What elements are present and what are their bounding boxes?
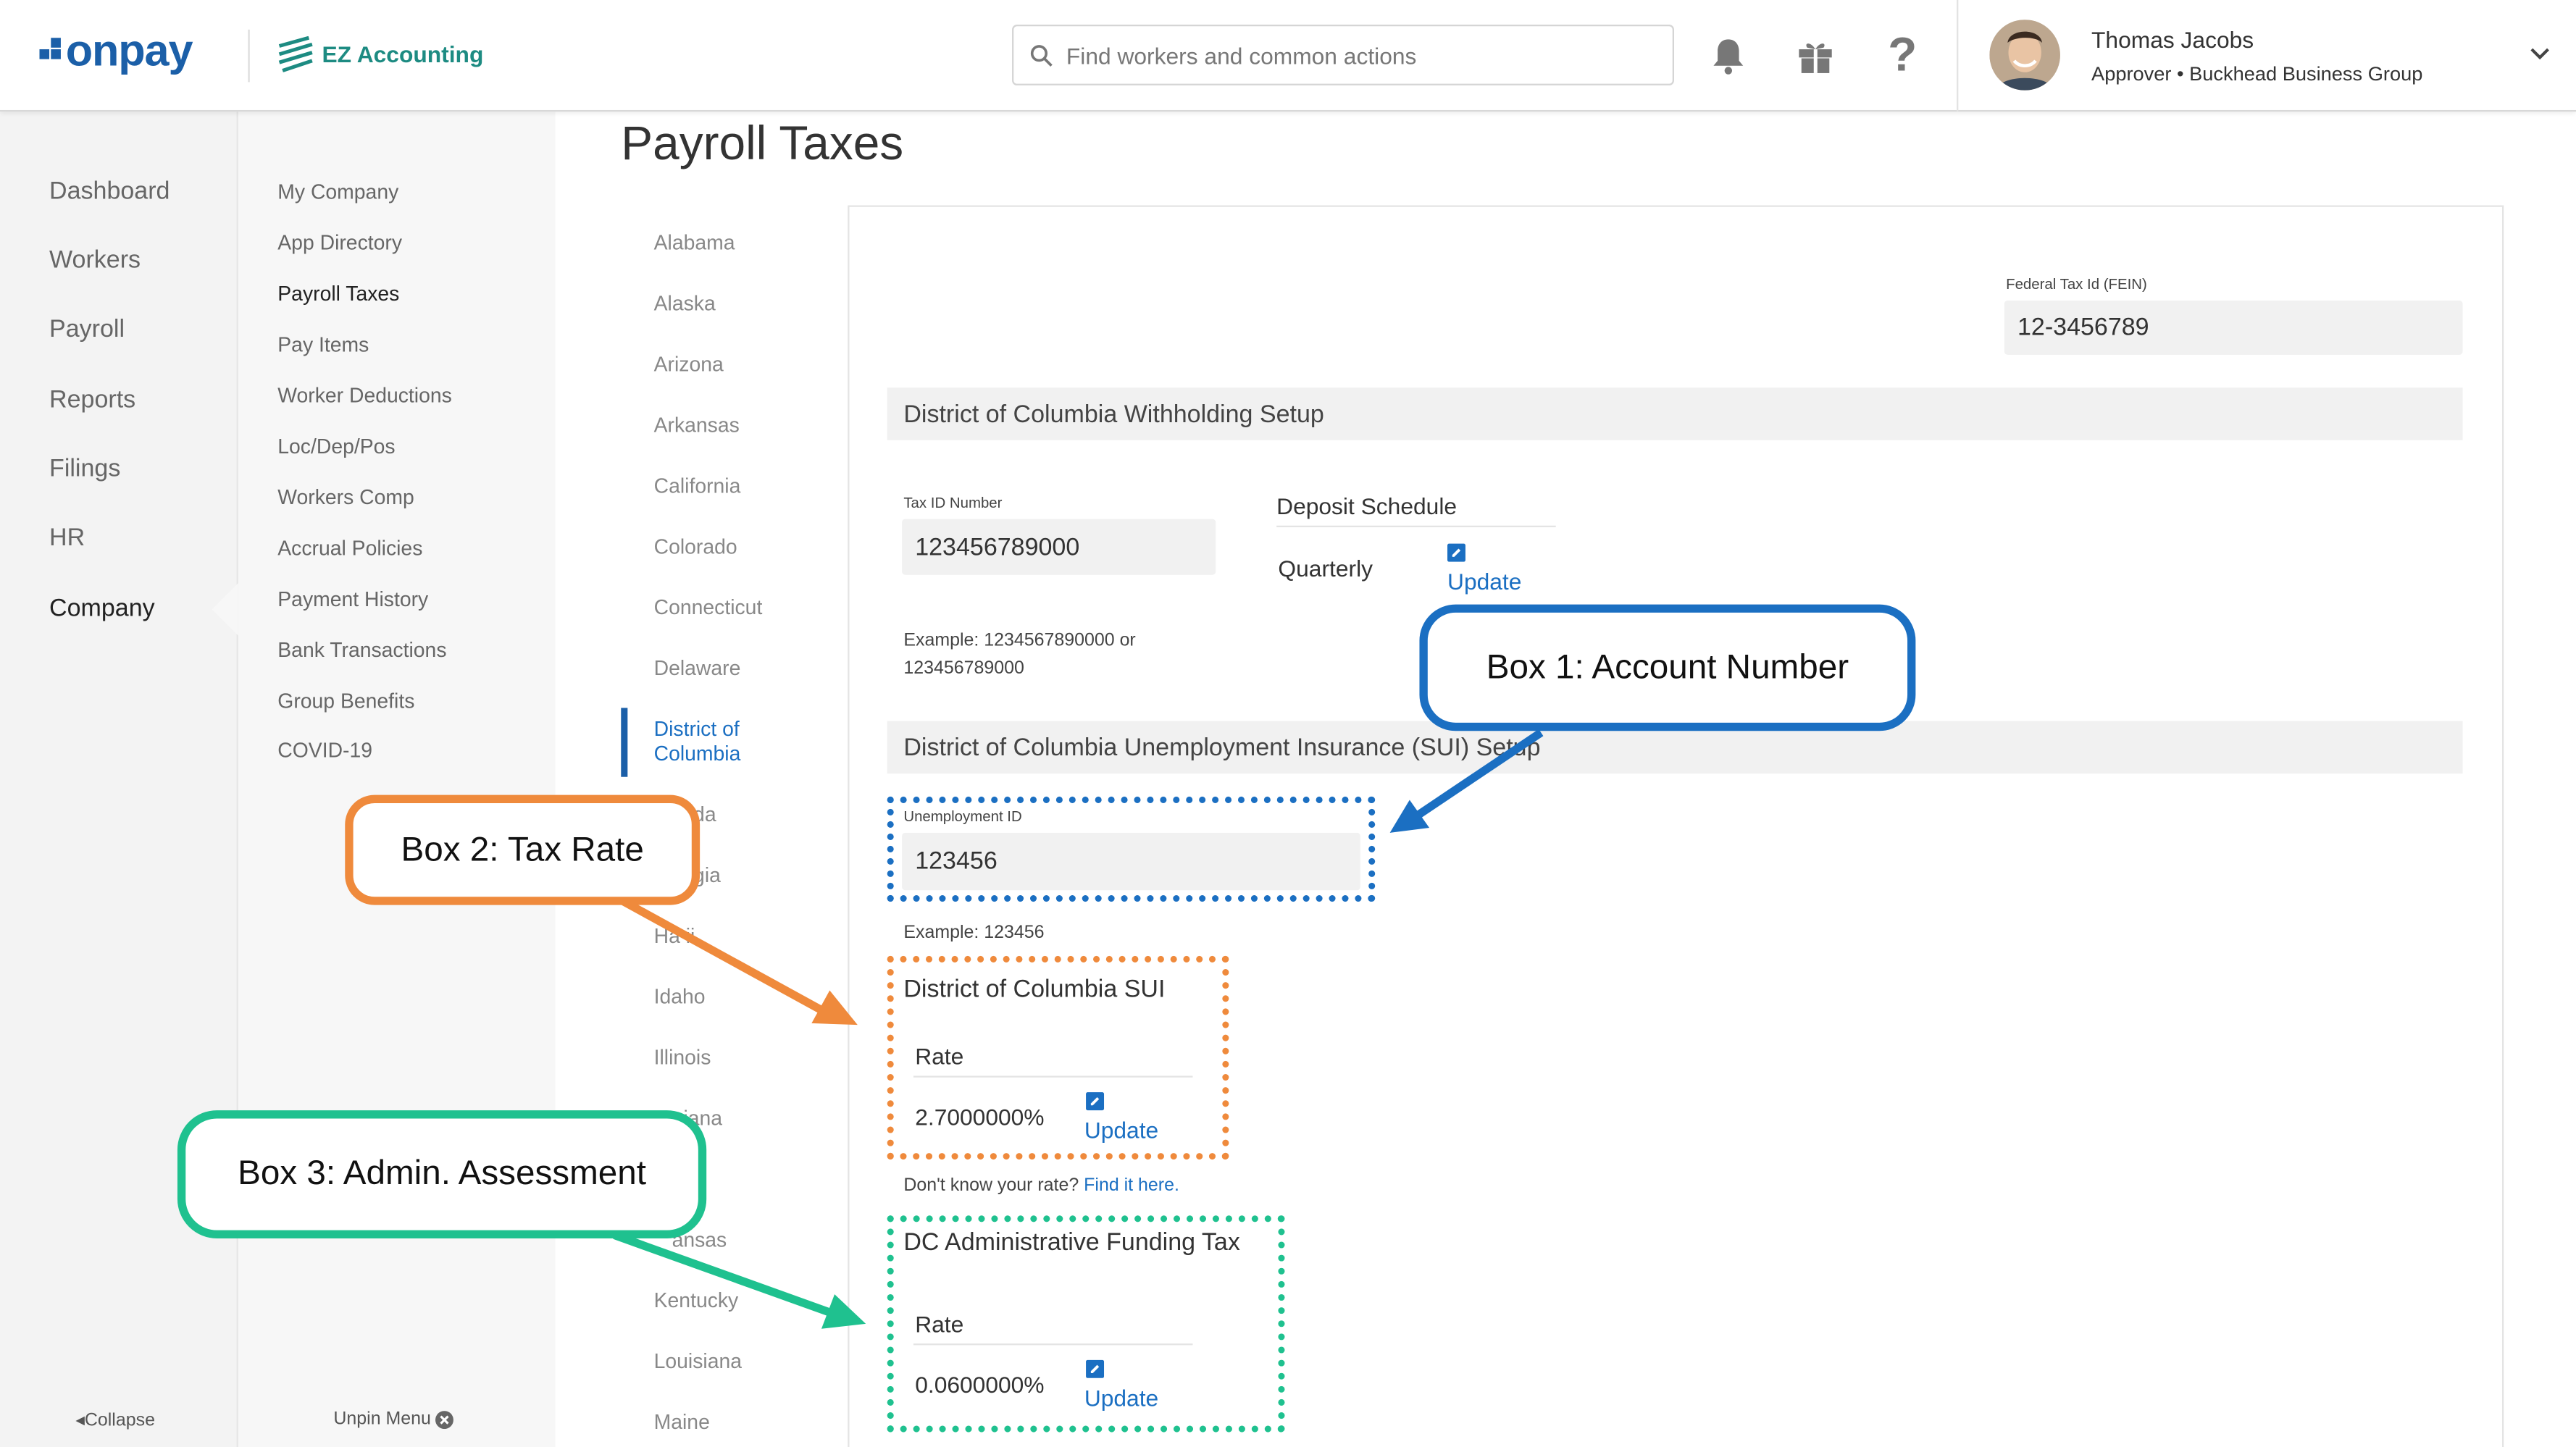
onpay-logo[interactable]: onpay (39, 26, 193, 77)
onpay-logo-text: onpay (65, 26, 193, 76)
search-box[interactable] (1012, 25, 1674, 85)
arrow-box2-shaft (619, 896, 824, 1014)
search-input[interactable] (1066, 41, 1658, 69)
avatar[interactable] (1989, 20, 2060, 91)
callout-box-3: Box 3: Admin. Assessment (177, 1110, 707, 1238)
screen: onpay EZ Accounting ? (0, 0, 2576, 1447)
arrow-box3-head (821, 1294, 866, 1329)
user-divider (1957, 0, 1959, 112)
logo-dots-icon (39, 37, 61, 59)
gift-icon[interactable] (1794, 33, 1837, 79)
arrow-box3-shaft (613, 1231, 832, 1317)
user-role: Approver • Buckhead Business Group (2091, 62, 2423, 85)
ez-accounting-logo[interactable]: EZ Accounting (276, 35, 484, 72)
logo-divider (248, 29, 250, 83)
bell-icon[interactable] (1707, 33, 1749, 79)
ez-accounting-label: EZ Accounting (322, 41, 484, 67)
help-icon[interactable]: ? (1881, 29, 1924, 82)
arrow-box1-shaft (1413, 729, 1544, 820)
chevron-down-icon[interactable] (2530, 39, 2550, 65)
callout-box-1: Box 1: Account Number (1419, 604, 1916, 731)
ez-stripes-icon (278, 35, 313, 72)
callout-box-2: Box 2: Tax Rate (345, 794, 701, 905)
search-icon (1030, 44, 1053, 66)
top-header: onpay EZ Accounting ? (0, 0, 2576, 112)
user-name[interactable]: Thomas Jacobs (2091, 26, 2254, 52)
